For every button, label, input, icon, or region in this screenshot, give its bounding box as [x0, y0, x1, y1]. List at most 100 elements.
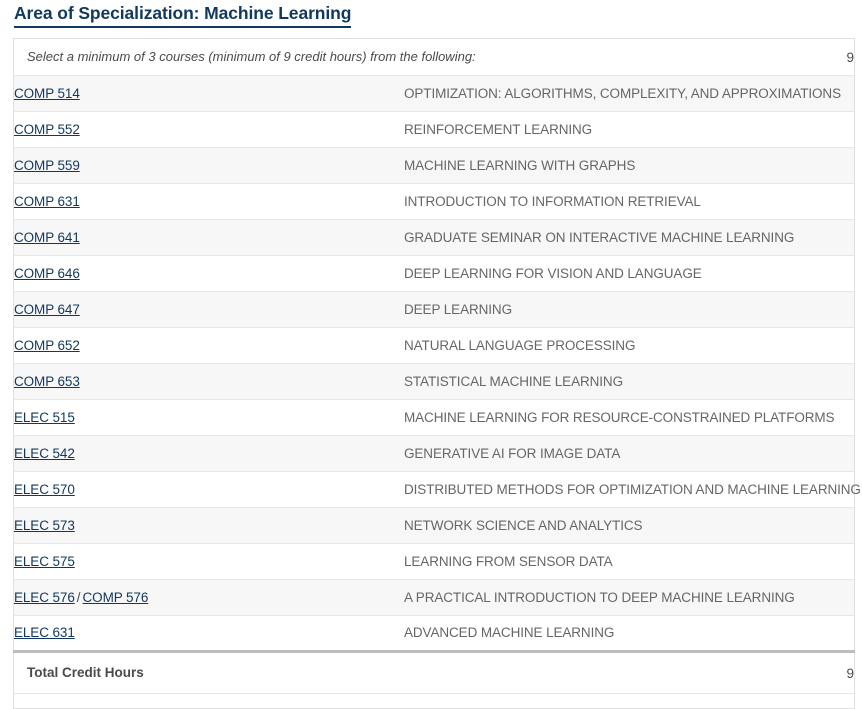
course-code-link[interactable]: ELEC 631	[14, 625, 75, 640]
course-title-cell: GENERATIVE AI FOR IMAGE DATA	[404, 435, 795, 472]
course-list-body: Select a minimum of 3 courses (minimum o…	[13, 38, 855, 76]
course-code-cell: COMP 559	[13, 147, 404, 184]
course-code-cell: COMP 652	[13, 327, 404, 364]
course-code-link[interactable]: COMP 647	[14, 302, 80, 317]
course-code-cell: COMP 647	[13, 291, 404, 328]
course-code-link[interactable]: COMP 646	[14, 266, 80, 281]
course-title: REINFORCEMENT LEARNING	[404, 121, 593, 137]
course-title-cell: DISTRIBUTED METHODS FOR OPTIMIZATION AND…	[404, 471, 861, 508]
course-hours-cell	[794, 615, 855, 652]
course-code-link[interactable]: COMP 559	[14, 158, 80, 173]
course-title-cell: REINFORCEMENT LEARNING	[404, 111, 795, 148]
table-row: ELEC 515 MACHINE LEARNING FOR RESOURCE-CO…	[13, 399, 855, 436]
course-code-link[interactable]: ELEC 570	[14, 482, 75, 497]
total-credit-hours-row: Total Credit Hours 9	[13, 650, 855, 694]
course-code-cell: COMP 631	[13, 183, 404, 220]
table-row: COMP 514 OPTIMIZATION: ALGORITHMS, COMPLE…	[13, 75, 855, 112]
area-header-hours: 9	[794, 38, 855, 76]
course-code-cell: ELEC 631	[13, 615, 404, 652]
course-code-cell: ELEC 515	[13, 399, 404, 436]
table-row: ELEC 576/COMP 576 A PRACTICAL INTRODUCTIO…	[13, 579, 855, 616]
area-header-row: Select a minimum of 3 courses (minimum o…	[13, 38, 855, 76]
course-code-link[interactable]: COMP 552	[14, 122, 80, 137]
table-row: ELEC 542 GENERATIVE AI FOR IMAGE DATA	[13, 435, 855, 472]
total-credit-hours-value-cell: 9	[794, 650, 855, 694]
course-code-cell: COMP 641	[13, 219, 404, 256]
total-credit-hours-value: 9	[846, 665, 854, 681]
table-row: COMP 559 MACHINE LEARNING WITH GRAPHS	[13, 147, 855, 184]
course-code-cell: ELEC 573	[13, 507, 404, 544]
area-header-cell: Select a minimum of 3 courses (minimum o…	[13, 38, 795, 76]
course-code-link[interactable]: COMP 514	[14, 86, 80, 101]
course-hours-cell	[794, 111, 855, 148]
course-title: GENERATIVE AI FOR IMAGE DATA	[404, 445, 621, 461]
course-title: LEARNING FROM SENSOR DATA	[404, 553, 613, 569]
course-code-link[interactable]: COMP 653	[14, 374, 80, 389]
course-title-cell: MACHINE LEARNING FOR RESOURCE-CONSTRAINE…	[404, 399, 835, 436]
course-title-cell: OPTIMIZATION: ALGORITHMS, COMPLEXITY, AN…	[404, 75, 841, 112]
course-title: DEEP LEARNING FOR VISION AND LANGUAGE	[404, 265, 702, 281]
course-title-cell: MACHINE LEARNING WITH GRAPHS	[404, 147, 795, 184]
course-hours-cell	[794, 327, 855, 364]
table-row: COMP 646 DEEP LEARNING FOR VISION AND LAN…	[13, 255, 855, 292]
course-code-link[interactable]: ELEC 575	[14, 554, 75, 569]
table-row: ELEC 570 DISTRIBUTED METHODS FOR OPTIMIZA…	[13, 471, 861, 508]
course-title: A PRACTICAL INTRODUCTION TO DEEP MACHINE…	[404, 589, 795, 605]
course-title-cell: ADVANCED MACHINE LEARNING	[404, 615, 795, 652]
course-hours-cell	[794, 255, 855, 292]
course-code-cell: ELEC 570	[13, 471, 404, 508]
course-hours-cell	[794, 147, 855, 184]
course-hours-cell	[794, 183, 855, 220]
course-title-cell: LEARNING FROM SENSOR DATA	[404, 543, 795, 580]
course-hours-cell	[794, 219, 855, 256]
table-row: COMP 631 INTRODUCTION TO INFORMATION RETR…	[13, 183, 855, 220]
course-title: DISTRIBUTED METHODS FOR OPTIMIZATION AND…	[404, 481, 861, 497]
course-title-cell: DEEP LEARNING	[404, 291, 795, 328]
course-list-container: Select a minimum of 3 courses (minimum o…	[13, 38, 861, 709]
table-row: COMP 552 REINFORCEMENT LEARNING	[13, 111, 855, 148]
course-title: GRADUATE SEMINAR ON INTERACTIVE MACHINE …	[404, 229, 795, 245]
course-title-cell: INTRODUCTION TO INFORMATION RETRIEVAL	[404, 183, 795, 220]
course-title: ADVANCED MACHINE LEARNING	[404, 625, 615, 640]
course-code-link[interactable]: COMP 576	[83, 590, 149, 605]
course-title: NATURAL LANGUAGE PROCESSING	[404, 337, 636, 353]
course-code-cell: COMP 646	[13, 255, 404, 292]
table-row: COMP 647 DEEP LEARNING	[13, 291, 855, 328]
course-title-cell: STATISTICAL MACHINE LEARNING	[404, 363, 795, 400]
course-requirements-page: Area of Specialization: Machine Learning…	[0, 0, 862, 709]
course-code-link[interactable]: ELEC 573	[14, 518, 75, 533]
course-title: OPTIMIZATION: ALGORITHMS, COMPLEXITY, AN…	[404, 85, 841, 101]
table-tail-cell	[13, 693, 855, 709]
course-hours-cell	[794, 543, 855, 580]
course-title-cell: GRADUATE SEMINAR ON INTERACTIVE MACHINE …	[404, 219, 795, 256]
course-hours-cell	[794, 363, 855, 400]
course-code-link[interactable]: COMP 631	[14, 194, 80, 209]
course-code-link[interactable]: ELEC 542	[14, 446, 75, 461]
course-code-cell: COMP 514	[13, 75, 404, 112]
course-title: DEEP LEARNING	[404, 301, 512, 317]
course-hours-cell	[794, 291, 855, 328]
table-tail-row	[13, 693, 855, 709]
table-row: COMP 652 NATURAL LANGUAGE PROCESSING	[13, 327, 855, 364]
page-title: Area of Specialization: Machine Learning	[14, 3, 351, 28]
course-title-cell: NATURAL LANGUAGE PROCESSING	[404, 327, 795, 364]
total-credit-hours-label-cell: Total Credit Hours	[13, 650, 795, 694]
table-row: COMP 653 STATISTICAL MACHINE LEARNING	[13, 363, 855, 400]
course-title-cell: NETWORK SCIENCE AND ANALYTICS	[404, 507, 795, 544]
course-code-link[interactable]: COMP 652	[14, 338, 80, 353]
course-title: MACHINE LEARNING FOR RESOURCE-CONSTRAINE…	[404, 409, 835, 425]
course-code-link[interactable]: COMP 641	[14, 230, 80, 245]
course-code-cell: ELEC 542	[13, 435, 404, 472]
table-row: ELEC 631 ADVANCED MACHINE LEARNING	[13, 615, 855, 652]
course-title-cell: DEEP LEARNING FOR VISION AND LANGUAGE	[404, 255, 795, 292]
course-hours-cell	[794, 435, 855, 472]
course-code-link[interactable]: ELEC 515	[14, 410, 75, 425]
table-row: COMP 641 GRADUATE SEMINAR ON INTERACTIVE …	[13, 219, 855, 256]
table-row: ELEC 573 NETWORK SCIENCE AND ANALYTICS	[13, 507, 855, 544]
course-code-cell: ELEC 575	[13, 543, 404, 580]
course-title-cell: A PRACTICAL INTRODUCTION TO DEEP MACHINE…	[404, 579, 795, 616]
course-code-link[interactable]: ELEC 576	[14, 590, 75, 605]
course-title: MACHINE LEARNING WITH GRAPHS	[404, 157, 636, 173]
course-hours-cell	[794, 579, 855, 616]
course-title: STATISTICAL MACHINE LEARNING	[404, 373, 623, 389]
